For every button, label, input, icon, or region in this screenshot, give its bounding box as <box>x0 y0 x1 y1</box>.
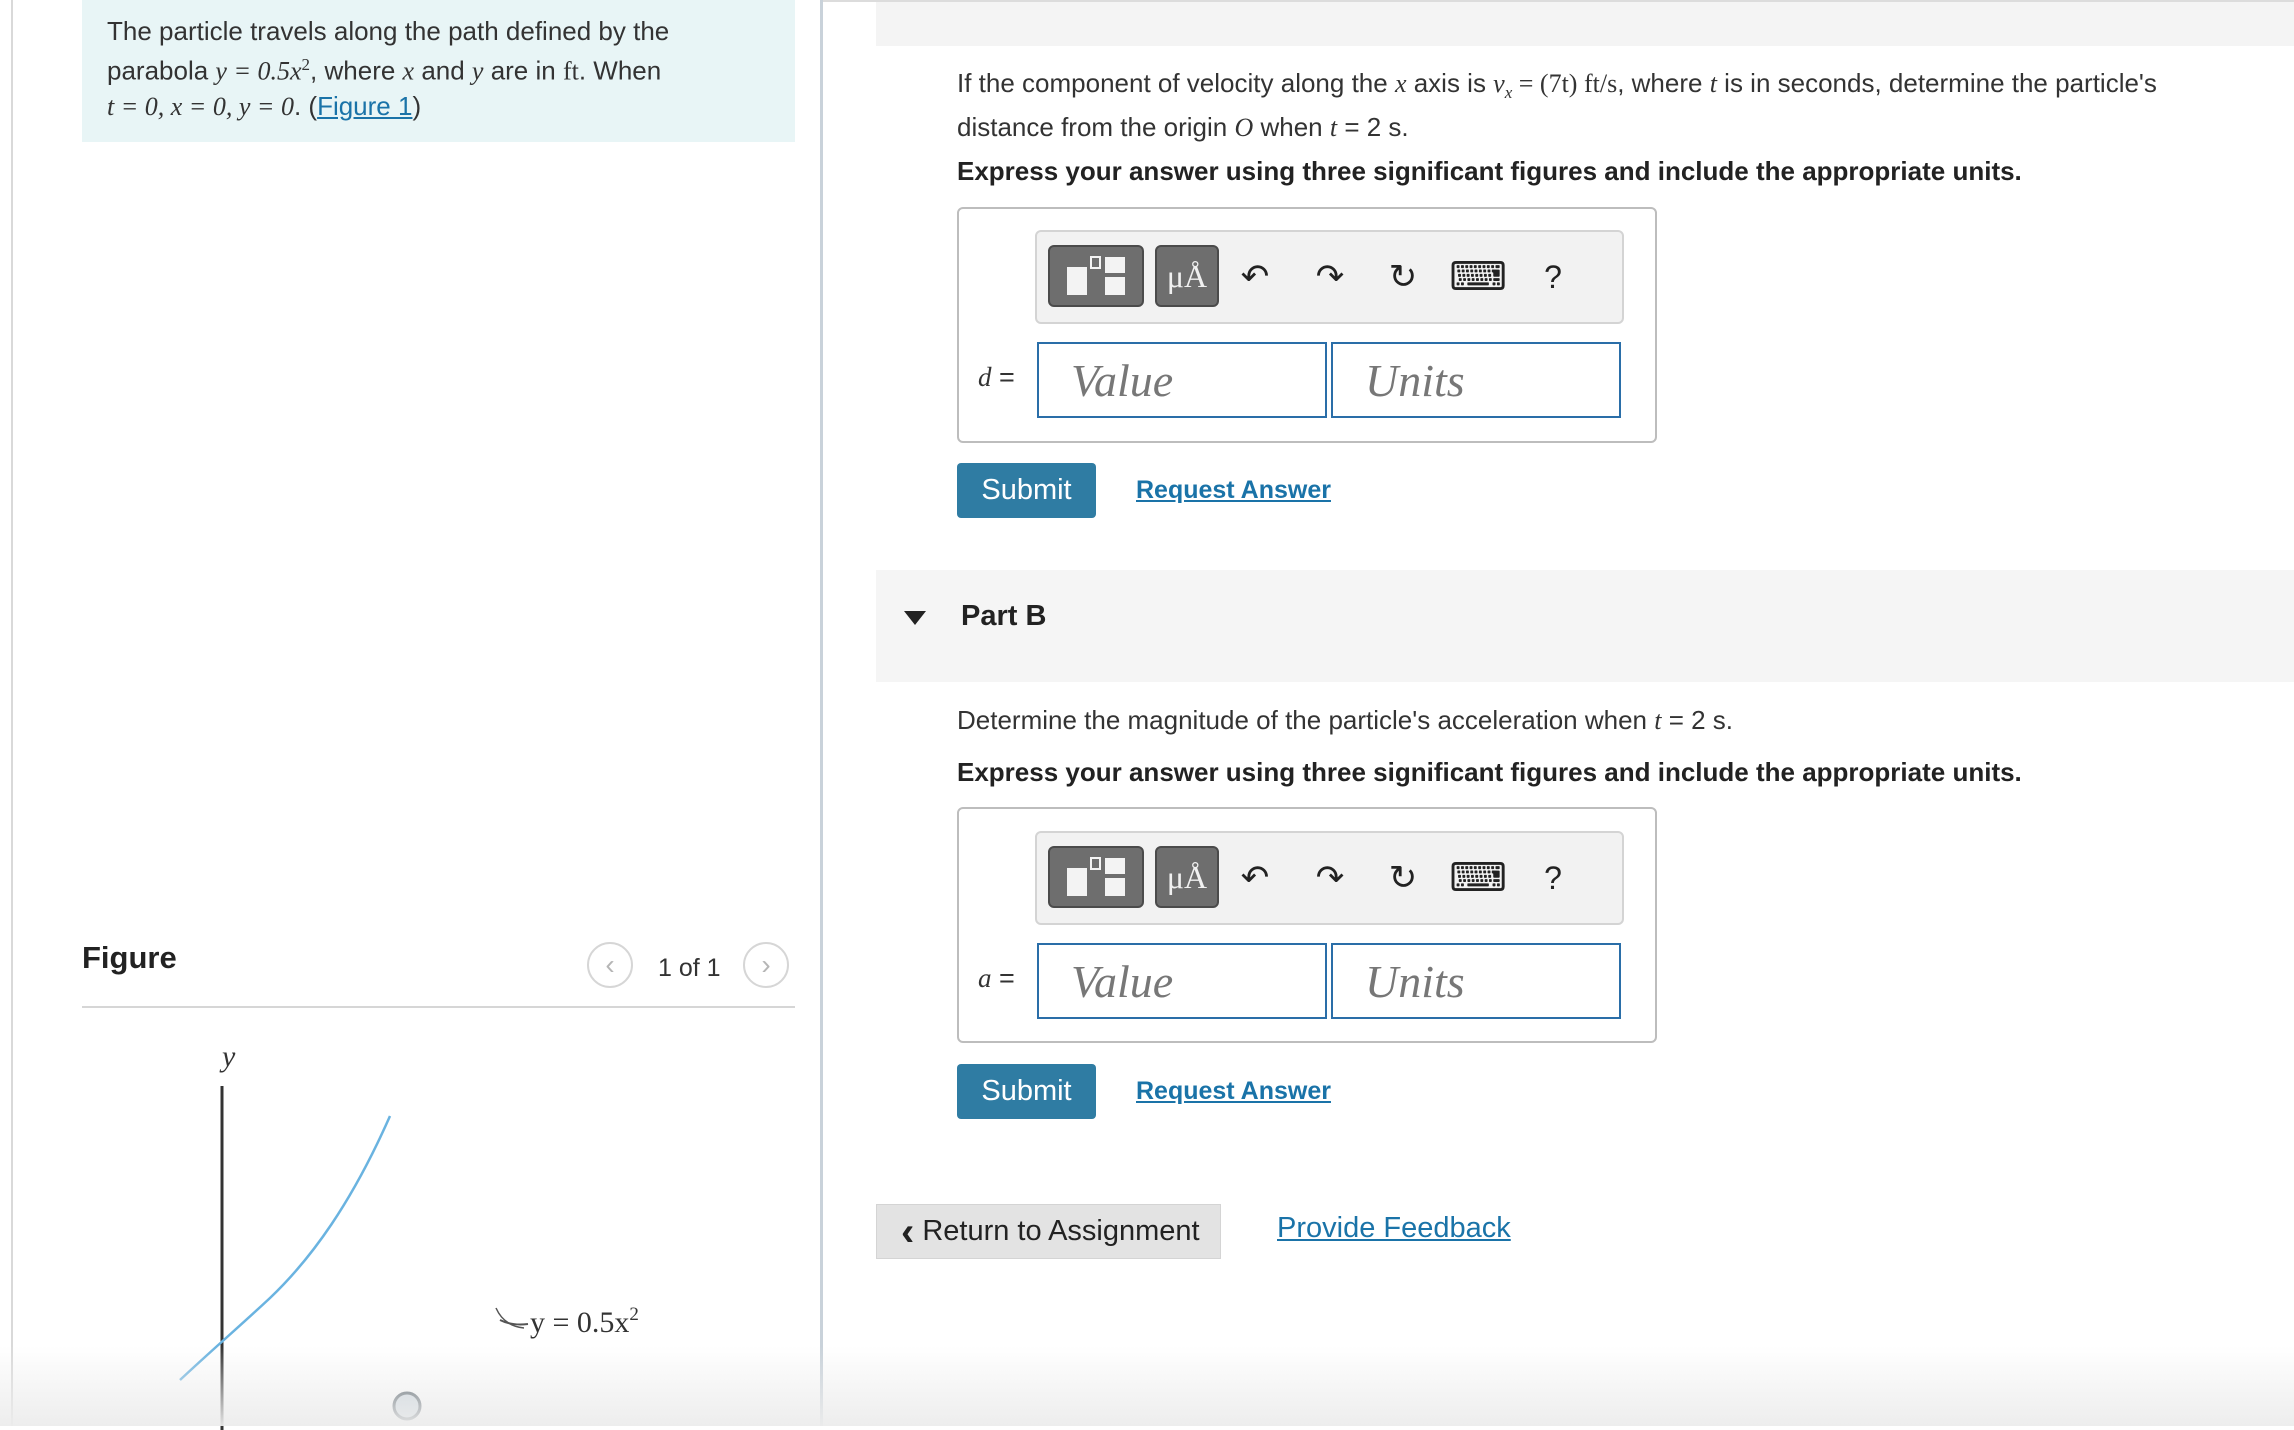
intro-initial-conditions: t = 0, x = 0, y = 0 <box>107 91 294 121</box>
figure-next-button[interactable]: › <box>743 942 789 988</box>
left-edge-divider <box>11 0 13 1426</box>
figure-prev-button[interactable]: ‹ <box>587 942 633 988</box>
part-a-header[interactable] <box>876 2 2294 46</box>
part-a-variable: d <box>978 362 992 392</box>
figure-link[interactable]: Figure 1 <box>317 91 412 121</box>
intro-text-segment: , where <box>310 55 403 86</box>
intro-text-segment: ) <box>412 90 422 121</box>
reset-icon[interactable]: ↻ <box>1378 853 1428 903</box>
chevron-left-icon: ‹ <box>605 949 615 980</box>
question-text-segment: = 2 s. <box>1337 112 1409 143</box>
question-var-t: t <box>1329 113 1338 143</box>
part-b-value-input[interactable]: Value <box>1037 943 1327 1019</box>
pane-divider[interactable] <box>820 0 823 1426</box>
templates-icon <box>1067 857 1125 896</box>
figure-title: Figure <box>82 940 177 975</box>
part-a-question: If the component of velocity along the x… <box>957 66 2257 145</box>
part-b-title: Part B <box>961 600 1047 632</box>
part-b-toolbar: μÅ ↶ ↷ ↻ ⌨ ? <box>1035 831 1624 925</box>
redo-icon[interactable]: ↷ <box>1305 252 1355 302</box>
question-text-segment: If the component of velocity along the <box>957 68 1395 98</box>
question-text-segment: distance from the origin <box>957 112 1235 143</box>
figure-curve-label-exponent: 2 <box>629 1304 639 1325</box>
provide-feedback-link[interactable]: Provide Feedback <box>1277 1212 1511 1245</box>
intro-var-x: x <box>402 56 415 86</box>
part-a-units-input[interactable]: Units <box>1331 342 1621 418</box>
undo-icon[interactable]: ↶ <box>1230 853 1280 903</box>
question-velocity-expression: = (7t) ft/s <box>1512 69 1618 98</box>
units-symbols-button[interactable]: μÅ <box>1155 846 1219 908</box>
question-text-segment: Determine the magnitude of the particle'… <box>957 705 1655 735</box>
templates-button[interactable] <box>1048 245 1144 307</box>
part-a-toolbar: μÅ ↶ ↷ ↻ ⌨ ? <box>1035 230 1624 324</box>
figure-curve-label-text: y = 0.5x <box>530 1306 629 1339</box>
question-text-segment: = 2 s. <box>1661 705 1734 735</box>
question-var-vx: v <box>1493 69 1505 98</box>
redo-icon[interactable]: ↷ <box>1305 853 1355 903</box>
keyboard-icon[interactable]: ⌨ <box>1449 252 1507 302</box>
return-to-assignment-label: Return to Assignment <box>922 1215 1200 1247</box>
caret-down-icon[interactable] <box>904 611 926 625</box>
part-b-instruction: Express your answer using three signific… <box>957 757 2022 787</box>
problem-intro-text: The particle travels along the path defi… <box>107 14 787 124</box>
part-a-variable-label: d = <box>978 362 1015 393</box>
figure-parabola-curve <box>179 1115 392 1381</box>
question-text-segment: is in seconds, determine the particle's <box>1716 68 2157 98</box>
equals-sign: = <box>991 963 1015 993</box>
return-to-assignment-button[interactable]: ‹ Return to Assignment <box>876 1204 1221 1259</box>
question-text-segment: , where <box>1617 68 1710 98</box>
chevron-right-icon: › <box>761 949 771 980</box>
part-a-value-input[interactable]: Value <box>1037 342 1327 418</box>
keyboard-icon[interactable]: ⌨ <box>1449 853 1507 903</box>
question-var-x: x <box>1394 69 1407 98</box>
intro-equation: y = 0.5x <box>215 56 302 86</box>
chevron-left-icon: ‹ <box>901 1209 915 1254</box>
intro-var-y: y <box>471 56 484 86</box>
equals-sign: = <box>991 362 1015 392</box>
question-text-segment: when <box>1253 112 1330 143</box>
bottom-shadow <box>0 1346 2294 1426</box>
part-a-request-answer-link[interactable]: Request Answer <box>1136 476 1331 505</box>
part-b-request-answer-link[interactable]: Request Answer <box>1136 1077 1331 1106</box>
figure-curve-label: y = 0.5x2 <box>530 1304 639 1339</box>
units-symbols-button[interactable]: μÅ <box>1155 245 1219 307</box>
part-b-variable: a <box>978 963 992 993</box>
intro-text-segment: parabola <box>107 55 216 86</box>
question-origin-symbol: O <box>1234 113 1254 143</box>
figure-header-rule <box>82 1006 795 1008</box>
part-b-units-input[interactable]: Units <box>1331 943 1621 1019</box>
part-b-submit-button[interactable]: Submit <box>957 1064 1096 1119</box>
intro-line-1: The particle travels along the path defi… <box>107 16 670 46</box>
intro-text-segment: are in <box>483 55 563 86</box>
part-b-header[interactable] <box>876 570 2294 682</box>
question-text-segment: axis is <box>1406 68 1494 98</box>
part-a-instruction: Express your answer using three signific… <box>957 156 2022 186</box>
help-icon[interactable]: ? <box>1528 252 1578 302</box>
question-var-t: t <box>1709 69 1717 98</box>
templates-icon <box>1067 256 1125 295</box>
part-a-submit-button[interactable]: Submit <box>957 463 1096 518</box>
part-b-question: Determine the magnitude of the particle'… <box>957 703 1733 738</box>
figure-counter: 1 of 1 <box>658 954 721 982</box>
figure-y-axis-label: y <box>219 1040 236 1073</box>
intro-equation-exponent: 2 <box>301 55 311 74</box>
templates-button[interactable] <box>1048 846 1144 908</box>
undo-icon[interactable]: ↶ <box>1230 252 1280 302</box>
intro-unit: ft <box>562 56 579 86</box>
intro-text-segment: . ( <box>293 90 318 121</box>
intro-text-segment: . When <box>578 55 662 86</box>
intro-text-segment: and <box>414 55 472 86</box>
part-b-variable-label: a = <box>978 963 1015 994</box>
reset-icon[interactable]: ↻ <box>1378 252 1428 302</box>
help-icon[interactable]: ? <box>1528 853 1578 903</box>
